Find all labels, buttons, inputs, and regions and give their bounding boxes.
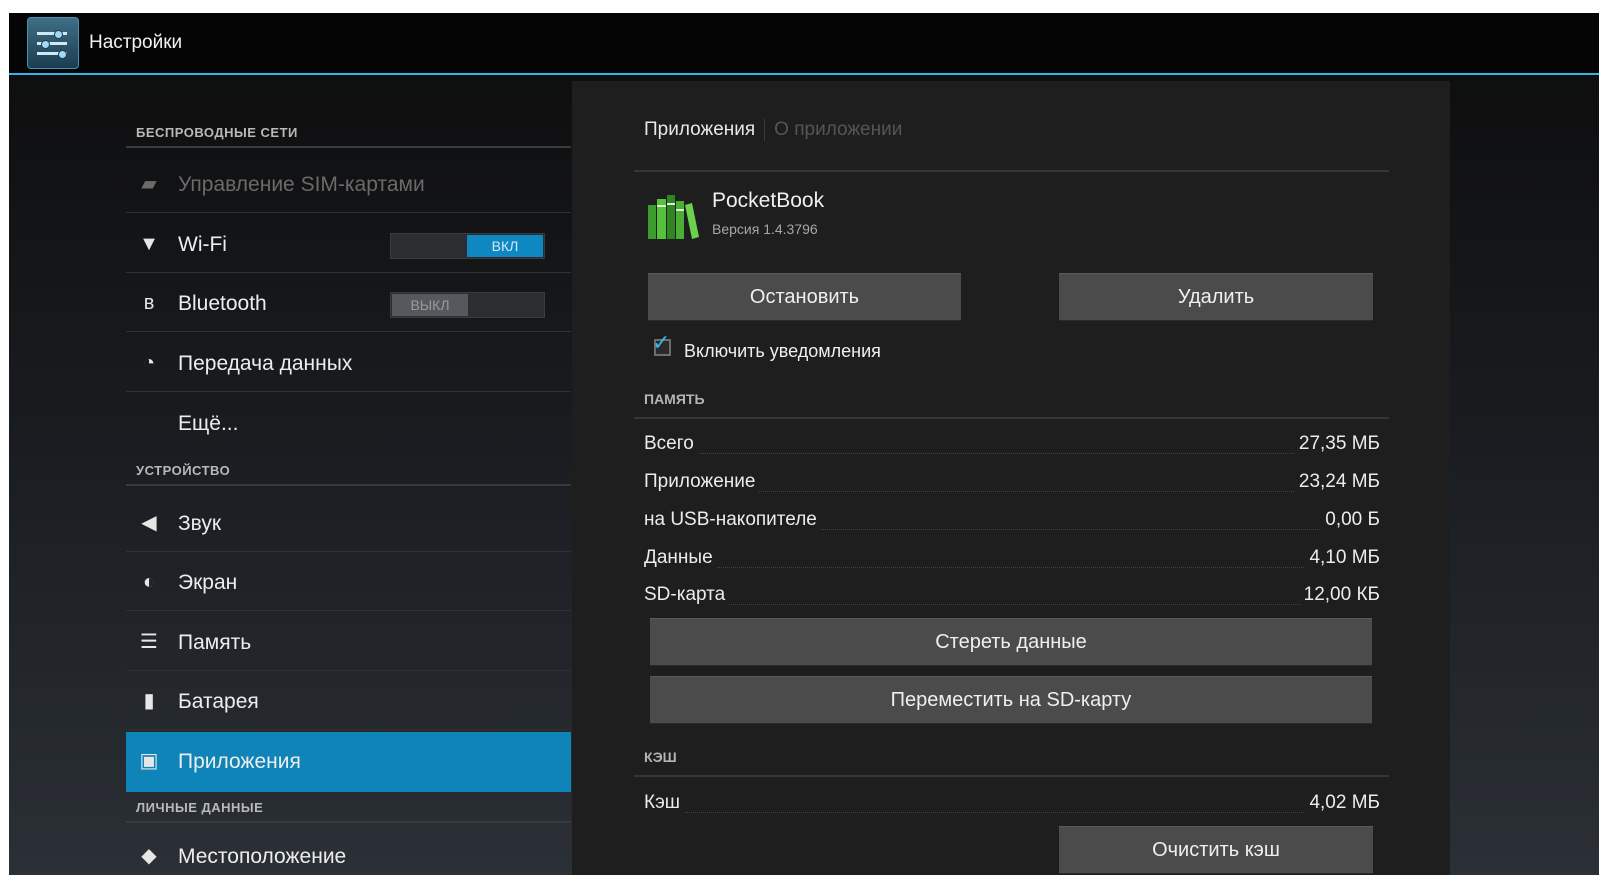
sim-card-icon: ▰ xyxy=(141,173,157,195)
section-header-device: УСТРОЙСТВО xyxy=(126,463,571,486)
sidebar-item-label: Wi-Fi xyxy=(178,233,227,256)
notifications-label: Включить уведомления xyxy=(684,341,881,361)
toggle-state: ВКЛ xyxy=(467,235,543,257)
app-name: PocketBook xyxy=(712,189,825,212)
storage-row-total: Всего 27,35 МБ xyxy=(644,431,1380,461)
sidebar-item-label: Экран xyxy=(178,571,238,594)
sidebar-item-label: Ещё... xyxy=(178,412,239,435)
storage-row-sd: SD-карта 12,00 КБ xyxy=(644,582,1380,612)
storage-key: SD-карта xyxy=(644,584,730,606)
sidebar-item-label: Управление SIM-картами xyxy=(178,173,425,196)
storage-row-usb: на USB-накопителе 0,00 Б xyxy=(644,507,1380,537)
sound-icon: ◀ xyxy=(141,512,157,534)
force-stop-button[interactable]: Остановить xyxy=(648,273,961,321)
storage-key: Приложение xyxy=(644,471,760,493)
storage-row-data: Данные 4,10 МБ xyxy=(644,545,1380,575)
wifi-toggle[interactable]: ВКЛ xyxy=(390,233,545,259)
breadcrumb-app-info: О приложении xyxy=(774,119,903,141)
storage-row-app: Приложение 23,24 МБ xyxy=(644,469,1380,499)
storage-key: на USB-накопителе xyxy=(644,509,821,531)
bluetooth-toggle[interactable]: ВЫКЛ xyxy=(390,292,545,318)
breadcrumb: Приложения О приложении xyxy=(644,119,902,141)
uninstall-button[interactable]: Удалить xyxy=(1059,273,1373,321)
action-bar: Настройки xyxy=(9,13,1599,75)
storage-value: 12,00 КБ xyxy=(1299,584,1380,606)
battery-icon: ▮ xyxy=(143,690,155,712)
clear-data-button[interactable]: Стереть данные xyxy=(650,618,1372,666)
wifi-icon: ▼ xyxy=(139,233,159,255)
storage-value: 23,24 МБ xyxy=(1294,471,1380,493)
settings-list: БЕСПРОВОДНЫЕ СЕТИ ▰ Управление SIM-карта… xyxy=(126,75,571,875)
storage-key: Всего xyxy=(644,433,698,455)
sidebar-item-label: Местоположение xyxy=(178,845,347,868)
storage-section-title: ПАМЯТЬ xyxy=(644,391,705,407)
sidebar-item-bluetooth[interactable]: ʙ Bluetooth ВЫКЛ xyxy=(126,274,571,332)
sidebar-item-data-usage[interactable]: ◔ Передача данных xyxy=(126,334,571,392)
storage-icon: ☰ xyxy=(140,631,158,653)
app-version: Версия 1.4.3796 xyxy=(712,221,818,237)
app-info-pane: Приложения О приложении PocketBook Версия… xyxy=(572,81,1450,875)
sidebar-item-sound[interactable]: ◀ Звук xyxy=(126,494,571,552)
sidebar-item-label: Память xyxy=(178,631,252,654)
cache-divider xyxy=(634,775,1389,777)
sidebar-item-wifi[interactable]: ▼ Wi-Fi ВКЛ xyxy=(126,215,571,273)
sidebar-item-apps[interactable]: ▣ Приложения xyxy=(126,732,571,792)
sidebar-item-display[interactable]: ◐ Экран xyxy=(126,553,571,611)
settings-window: Настройки БЕСПРОВОДНЫЕ СЕТИ ▰ Управление… xyxy=(9,13,1599,875)
apps-icon: ▣ xyxy=(139,750,159,772)
sidebar-item-label: Звук xyxy=(178,512,222,535)
sidebar-item-label: Передача данных xyxy=(178,352,353,375)
cache-value: 4,02 МБ xyxy=(1305,792,1380,814)
clear-cache-button[interactable]: Очистить кэш xyxy=(1059,826,1373,874)
location-icon: ◆ xyxy=(141,845,157,867)
app-title: Настройки xyxy=(89,32,183,53)
sidebar-item-sim[interactable]: ▰ Управление SIM-картами xyxy=(126,155,571,213)
storage-value: 4,10 МБ xyxy=(1305,547,1380,569)
checkmark-icon: ✓ xyxy=(652,330,671,355)
sidebar-item-label: Bluetooth xyxy=(178,292,267,315)
sidebar-item-location[interactable]: ◆ Местоположение xyxy=(126,827,571,875)
toggle-state: ВЫКЛ xyxy=(392,294,468,316)
bluetooth-icon: ʙ xyxy=(143,292,155,314)
cache-section-title: КЭШ xyxy=(644,749,677,765)
header-divider xyxy=(634,170,1389,172)
data-usage-icon: ◔ xyxy=(142,352,156,374)
move-to-sd-button[interactable]: Переместить на SD-карту xyxy=(650,676,1372,724)
sidebar-item-battery[interactable]: ▮ Батарея xyxy=(126,672,571,730)
storage-value: 27,35 МБ xyxy=(1294,433,1380,455)
breadcrumb-apps[interactable]: Приложения xyxy=(644,119,755,140)
sidebar-item-more[interactable]: Ещё... xyxy=(126,394,571,435)
storage-divider xyxy=(634,417,1389,419)
sidebar-item-label: Батарея xyxy=(178,690,259,713)
settings-sliders-icon[interactable] xyxy=(27,17,79,69)
pocketbook-books-icon xyxy=(648,195,699,239)
cache-row: Кэш 4,02 МБ xyxy=(644,790,1380,820)
storage-key: Данные xyxy=(644,547,717,569)
section-header-wireless: БЕСПРОВОДНЫЕ СЕТИ xyxy=(126,125,571,148)
section-header-personal: ЛИЧНЫЕ ДАННЫЕ xyxy=(126,800,571,823)
sidebar-item-label: Приложения xyxy=(178,750,301,773)
sidebar-item-storage[interactable]: ☰ Память xyxy=(126,613,571,671)
display-icon: ◐ xyxy=(142,571,156,593)
cache-key: Кэш xyxy=(644,792,685,814)
storage-value: 0,00 Б xyxy=(1321,509,1380,531)
breadcrumb-divider xyxy=(764,119,766,141)
